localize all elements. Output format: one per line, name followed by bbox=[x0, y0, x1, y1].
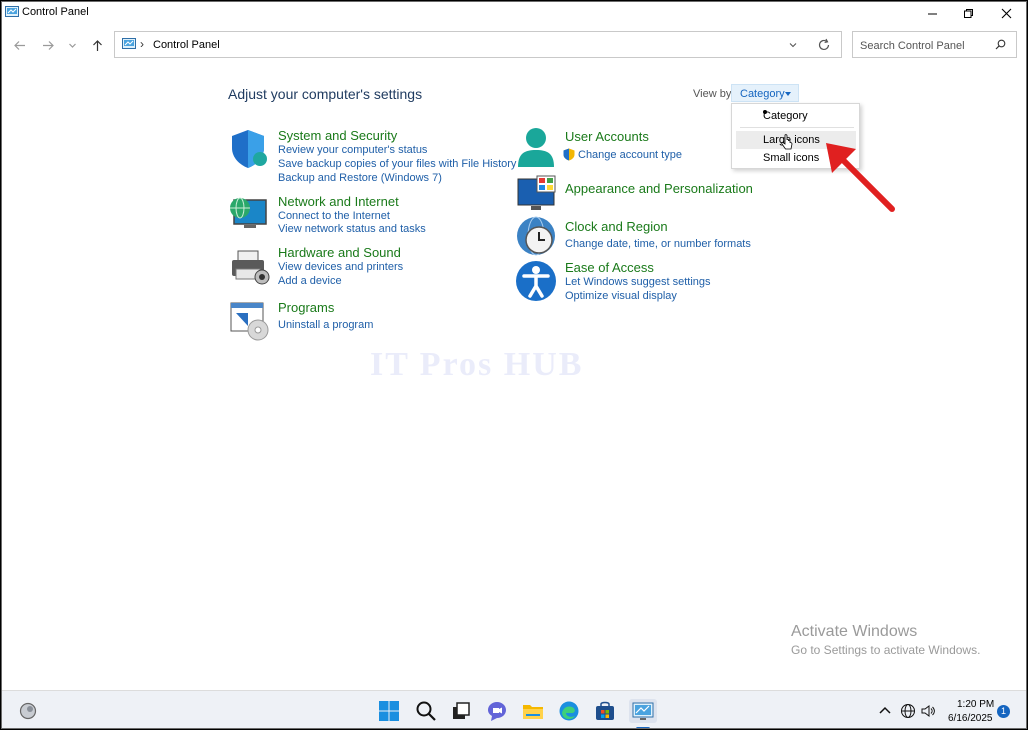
active-app-indicator bbox=[636, 727, 650, 728]
notification-badge[interactable]: 1 bbox=[997, 705, 1010, 718]
link-view-network-status[interactable]: View network status and tasks bbox=[278, 223, 426, 235]
link-backup-restore[interactable]: Backup and Restore (Windows 7) bbox=[278, 172, 442, 184]
view-by-dropdown[interactable]: Category bbox=[731, 84, 799, 102]
link-file-history-backup[interactable]: Save backup copies of your files with Fi… bbox=[278, 158, 516, 170]
shield-icon bbox=[232, 130, 267, 168]
search-icon bbox=[416, 701, 436, 721]
search-box[interactable] bbox=[852, 31, 1017, 58]
breadcrumb-control-panel[interactable]: Control Panel bbox=[153, 39, 220, 51]
control-panel-icon bbox=[122, 38, 136, 49]
activate-windows-subtitle: Go to Settings to activate Windows. bbox=[791, 643, 981, 657]
close-button[interactable] bbox=[987, 2, 1025, 24]
window-title: Control Panel bbox=[22, 6, 89, 18]
chat-icon bbox=[488, 702, 506, 721]
appearance-icon bbox=[517, 175, 556, 210]
recent-locations-button[interactable] bbox=[63, 35, 81, 55]
minimize-icon bbox=[927, 13, 937, 14]
menu-item-label: Category bbox=[763, 110, 808, 122]
search-input[interactable] bbox=[858, 36, 992, 56]
taskbar: 1:20 PM 6/16/2025 1 bbox=[2, 690, 1026, 728]
network-globe-icon bbox=[230, 197, 267, 228]
activate-windows-title: Activate Windows bbox=[791, 623, 918, 640]
red-arrow-annotation-icon bbox=[826, 143, 895, 212]
back-arrow-icon bbox=[13, 40, 25, 50]
restore-button[interactable] bbox=[949, 2, 987, 24]
link-review-computer-status[interactable]: Review your computer's status bbox=[278, 144, 427, 156]
weather-icon bbox=[19, 702, 37, 720]
programs-icon bbox=[230, 302, 269, 341]
file-explorer-button[interactable] bbox=[521, 699, 545, 723]
back-button[interactable] bbox=[8, 35, 30, 55]
link-windows-suggest-settings[interactable]: Let Windows suggest settings bbox=[565, 276, 711, 288]
category-title-ease-of-access[interactable]: Ease of Access bbox=[565, 260, 654, 275]
folder-icon bbox=[523, 705, 543, 719]
address-bar[interactable]: › Control Panel bbox=[114, 31, 842, 58]
menu-item-category[interactable]: Category bbox=[736, 107, 856, 125]
link-view-devices-printers[interactable]: View devices and printers bbox=[278, 261, 403, 273]
forward-arrow-icon bbox=[42, 40, 54, 50]
uac-shield-icon bbox=[563, 148, 575, 161]
category-title-system-and-security[interactable]: System and Security bbox=[278, 128, 397, 143]
view-by-selected[interactable]: Category bbox=[740, 88, 785, 100]
caret-down-icon bbox=[785, 92, 791, 96]
task-view-icon bbox=[453, 702, 470, 719]
close-icon bbox=[1001, 8, 1011, 18]
mouse-pointer-icon bbox=[781, 134, 793, 150]
up-arrow-icon bbox=[92, 39, 102, 51]
chat-button[interactable] bbox=[485, 699, 509, 723]
control-panel-icon bbox=[5, 6, 19, 17]
start-button[interactable] bbox=[377, 699, 401, 723]
network-globe-icon[interactable] bbox=[900, 703, 916, 719]
page-title: Adjust your computer's settings bbox=[228, 86, 423, 102]
clock-globe-icon bbox=[517, 216, 555, 256]
chevron-up-icon[interactable] bbox=[877, 703, 893, 719]
taskbar-search-button[interactable] bbox=[414, 699, 438, 723]
link-uninstall-program[interactable]: Uninstall a program bbox=[278, 319, 373, 331]
printer-icon bbox=[232, 250, 270, 285]
up-button[interactable] bbox=[86, 35, 108, 55]
category-title-appearance-and-personalization[interactable]: Appearance and Personalization bbox=[565, 181, 753, 196]
volume-icon[interactable] bbox=[920, 703, 936, 719]
category-title-programs[interactable]: Programs bbox=[278, 300, 334, 315]
clock-time[interactable]: 1:20 PM bbox=[957, 699, 994, 710]
edge-button[interactable] bbox=[557, 699, 581, 723]
control-panel-window: Control Panel › Control Panel Search Con… bbox=[1, 1, 1027, 729]
breadcrumb-separator[interactable]: › bbox=[140, 37, 144, 51]
search-icon[interactable] bbox=[995, 39, 1006, 50]
category-title-hardware-and-sound[interactable]: Hardware and Sound bbox=[278, 245, 401, 260]
forward-button[interactable] bbox=[37, 35, 59, 55]
user-icon bbox=[518, 128, 554, 167]
clock-date[interactable]: 6/16/2025 bbox=[948, 713, 993, 724]
category-title-network-and-internet[interactable]: Network and Internet bbox=[278, 194, 399, 209]
category-title-user-accounts[interactable]: User Accounts bbox=[565, 129, 649, 144]
accessibility-icon bbox=[516, 261, 556, 301]
link-optimize-visual-display[interactable]: Optimize visual display bbox=[565, 290, 677, 302]
restore-icon bbox=[963, 8, 973, 18]
minimize-button[interactable] bbox=[913, 2, 951, 24]
watermark-text: IT Pros HUB bbox=[370, 346, 584, 383]
edge-browser-icon bbox=[559, 701, 579, 721]
control-panel-taskbar-button[interactable] bbox=[629, 699, 657, 723]
address-history-chevron-icon[interactable] bbox=[787, 39, 799, 51]
link-change-account-type[interactable]: Change account type bbox=[578, 149, 682, 161]
refresh-icon[interactable] bbox=[817, 38, 831, 52]
weather-widget[interactable] bbox=[16, 699, 40, 723]
store-bag-icon bbox=[596, 701, 614, 720]
title-bar: Control Panel bbox=[2, 2, 1026, 24]
control-panel-icon bbox=[632, 702, 654, 720]
view-by-label: View by: bbox=[693, 88, 735, 100]
task-view-button[interactable] bbox=[449, 699, 473, 723]
link-add-device[interactable]: Add a device bbox=[278, 275, 342, 287]
category-title-clock-and-region[interactable]: Clock and Region bbox=[565, 219, 668, 234]
link-change-date-time-formats[interactable]: Change date, time, or number formats bbox=[565, 238, 751, 250]
windows-logo-icon bbox=[379, 701, 399, 721]
link-connect-to-internet[interactable]: Connect to the Internet bbox=[278, 210, 390, 222]
chevron-down-icon bbox=[68, 43, 76, 48]
store-button[interactable] bbox=[593, 699, 617, 723]
menu-divider bbox=[740, 127, 854, 128]
menu-item-label: Small icons bbox=[763, 152, 820, 164]
